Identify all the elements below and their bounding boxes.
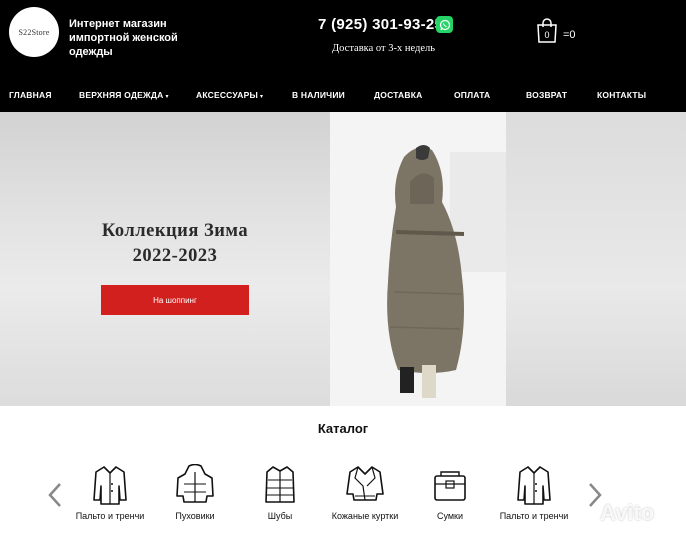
whatsapp-icon[interactable] — [436, 16, 453, 33]
chevron-down-icon: ▾ — [165, 94, 169, 100]
catalog-item-fur-coats[interactable]: Шубы — [245, 464, 315, 522]
logo-text: S22Store — [18, 27, 50, 37]
cart-count: =0 — [563, 29, 576, 41]
hero-banner: Коллекция Зима 2022-2023 На шоппинг — [0, 112, 686, 406]
catalog-item-coats[interactable]: Пальто и тренчи — [75, 464, 145, 522]
nav-returns[interactable]: ВОЗВРАТ — [526, 90, 567, 100]
delivery-note: Доставка от 3-х недель — [332, 43, 436, 54]
svg-text:0: 0 — [544, 30, 549, 40]
fur-coat-icon — [265, 466, 295, 503]
hero-title: Коллекция Зима 2022-2023 — [70, 219, 280, 269]
catalog-item-puffers[interactable]: Пуховики — [160, 464, 230, 522]
cart-icon[interactable]: 0 — [535, 17, 559, 48]
catalog-item-bags[interactable]: Сумки — [415, 464, 485, 522]
nav-contacts[interactable]: КОНТАКТЫ — [597, 90, 646, 100]
catalog-item-label: Сумки — [436, 511, 464, 521]
nav-outerwear[interactable]: ВЕРХНЯЯ ОДЕЖДА ▾ — [79, 90, 169, 100]
nav-home[interactable]: ГЛАВНАЯ — [9, 90, 52, 100]
catalog-item-label: Шубы — [267, 511, 293, 521]
phone-number[interactable]: 7 (925) 301-93-25 — [318, 16, 443, 33]
nav-in-stock[interactable]: В НАЛИЧИИ — [292, 90, 345, 100]
nav-delivery[interactable]: ДОСТАВКА — [374, 90, 422, 100]
chevron-down-icon: ▾ — [259, 94, 264, 100]
leather-jacket-icon — [346, 466, 384, 501]
bag-icon — [434, 471, 466, 501]
catalog-item-label: Кожаные куртки — [331, 511, 399, 521]
coat-icon — [93, 466, 127, 505]
hero-photo — [330, 112, 506, 406]
nav-accessories-label: АКСЕССУАРЫ — [196, 90, 258, 100]
nav-outerwear-label: ВЕРХНЯЯ ОДЕЖДА — [79, 90, 164, 100]
logo[interactable]: S22Store — [9, 7, 59, 57]
chevron-left-icon — [48, 483, 61, 507]
hero-title-line2: 2022-2023 — [132, 246, 218, 266]
hero-title-line1: Коллекция Зима — [101, 221, 249, 241]
avito-logo-icon — [580, 504, 598, 522]
carousel-prev-button[interactable] — [45, 480, 65, 510]
avito-watermark: Avito — [578, 500, 654, 526]
coat-icon — [517, 466, 551, 505]
watermark-text: Avito — [600, 500, 655, 525]
nav-accessories[interactable]: АКСЕССУАРЫ ▾ — [196, 90, 263, 100]
catalog-item-leather-jackets[interactable]: Кожаные куртки — [330, 464, 400, 522]
main-nav: ГЛАВНАЯ ВЕРХНЯЯ ОДЕЖДА ▾ АКСЕССУАРЫ ▾ В НА… — [0, 86, 686, 104]
nav-payment[interactable]: ОПЛАТА — [454, 90, 490, 100]
catalog-item-label: Пуховики — [175, 511, 215, 521]
catalog-item-label: Пальто и тренчи — [75, 511, 145, 521]
catalog-item-coats-2[interactable]: Пальто и тренчи — [499, 464, 569, 522]
shop-button[interactable]: На шоппинг — [101, 285, 249, 315]
catalog-item-label: Пальто и тренчи — [499, 511, 569, 521]
site-header: S22Store Интернет магазин импортной женс… — [0, 0, 686, 112]
puffer-jacket-icon — [176, 464, 214, 503]
catalog-title: Каталог — [317, 421, 369, 436]
site-tagline: Интернет магазин импортной женской одежд… — [69, 18, 178, 58]
hero-background-right — [506, 112, 686, 406]
